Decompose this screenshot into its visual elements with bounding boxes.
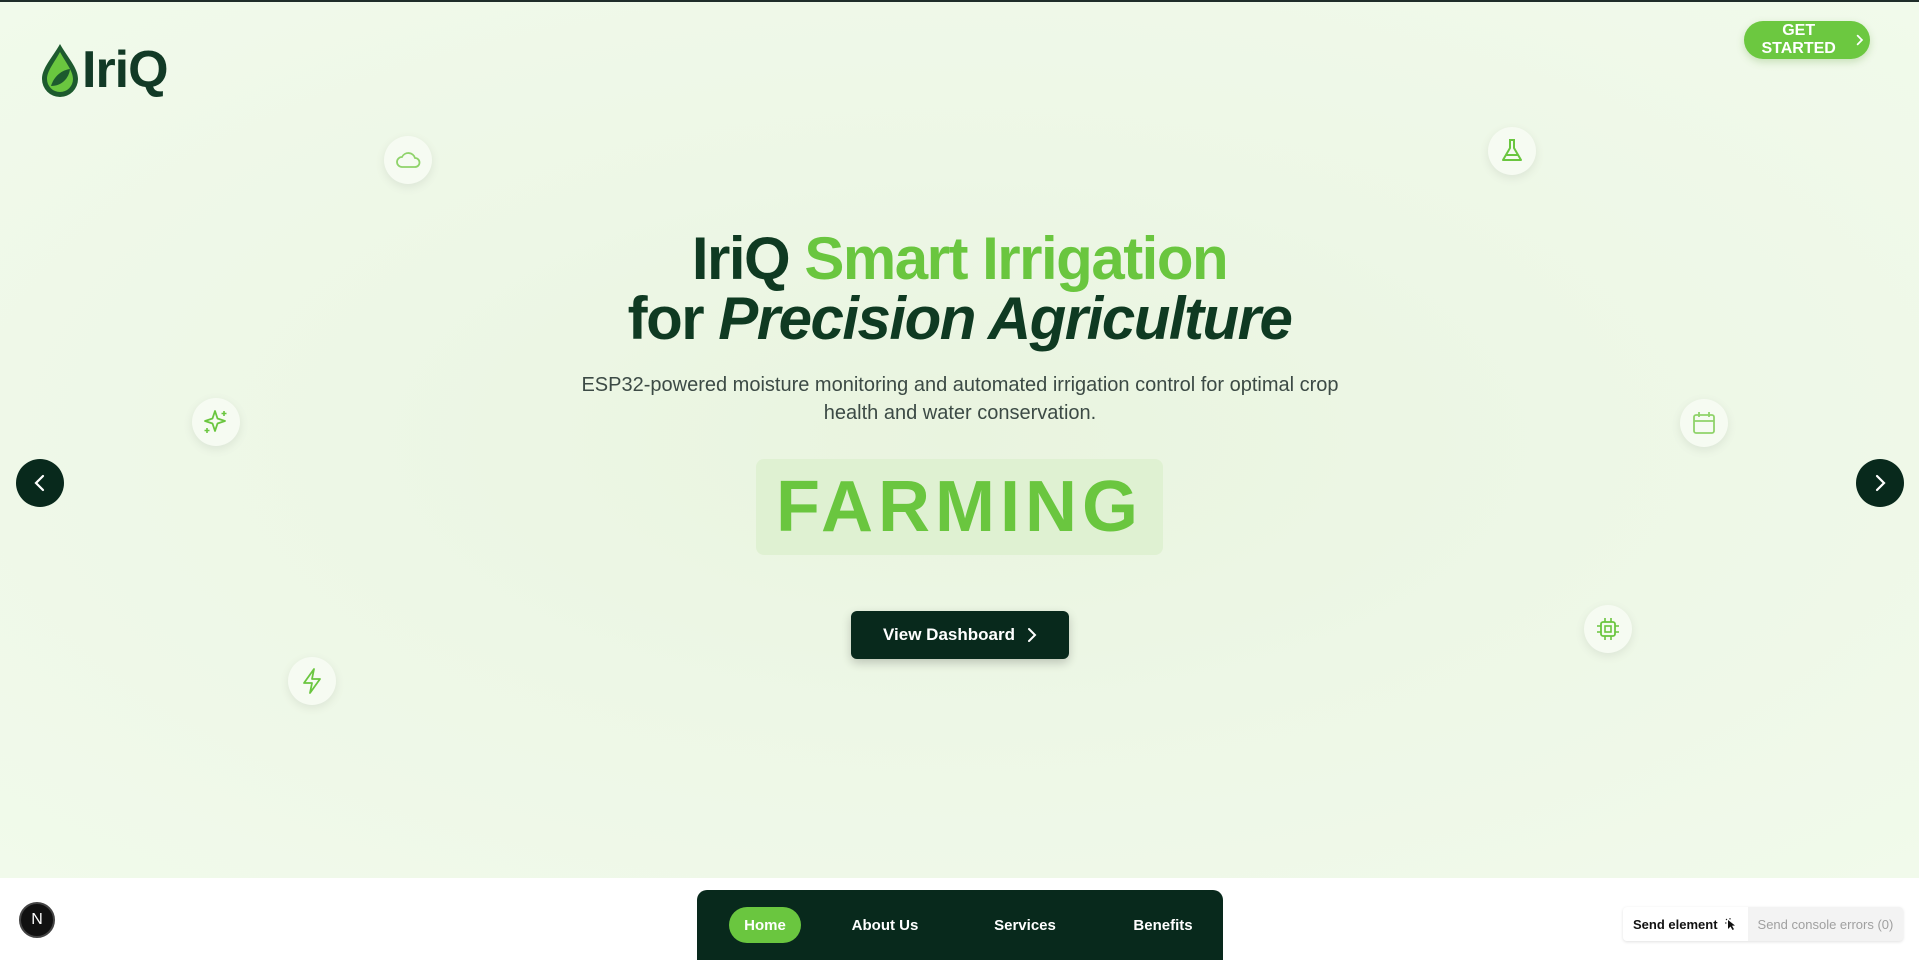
flask-icon <box>1488 127 1536 175</box>
view-dashboard-label: View Dashboard <box>883 625 1015 644</box>
nav-item-services[interactable]: Services <box>977 907 1073 943</box>
logo[interactable]: IriQ <box>40 40 169 100</box>
chevron-right-icon <box>1875 474 1886 492</box>
get-started-button[interactable]: GET STARTED <box>1744 21 1870 59</box>
chevron-right-icon <box>1857 34 1864 46</box>
cloud-icon <box>384 136 432 184</box>
nav-item-home[interactable]: Home <box>729 907 801 943</box>
hero-title-line2: for Precision Agriculture <box>0 284 1919 353</box>
hero-title-line1: IriQ Smart Irrigation <box>0 224 1919 293</box>
cpu-icon <box>1584 605 1632 653</box>
hero-title-for: for <box>627 285 719 352</box>
get-started-label: GET STARTED <box>1761 22 1836 57</box>
rotating-word: FARMING <box>776 467 1143 547</box>
hero-section: IriQ GET STARTED IriQ Smart Irrigation f… <box>0 2 1919 878</box>
sparkles-icon <box>192 398 240 446</box>
nav-item-benefits[interactable]: Benefits <box>1115 907 1211 943</box>
send-console-errors-button[interactable]: Send console errors (0) <box>1748 917 1904 932</box>
hero-title-highlight: Smart Irrigation <box>804 225 1228 292</box>
nav-item-about-us[interactable]: About Us <box>837 907 933 943</box>
water-drop-leaf-icon <box>42 44 78 97</box>
chevron-left-icon <box>34 474 45 492</box>
pointer-click-icon <box>1724 918 1735 930</box>
nextjs-devtools-badge[interactable]: N <box>19 902 55 938</box>
carousel-next-button[interactable] <box>1856 459 1904 507</box>
hero-title-emphasis: Precision Agriculture <box>718 285 1293 352</box>
carousel-prev-button[interactable] <box>16 459 64 507</box>
calendar-icon <box>1680 399 1728 447</box>
hero-title-brand: IriQ <box>691 225 805 292</box>
zap-icon <box>288 657 336 705</box>
logo-text: IriQ <box>82 41 169 99</box>
send-element-label: Send element <box>1633 916 1718 932</box>
send-element-button[interactable]: Send element <box>1623 907 1748 941</box>
view-dashboard-button[interactable]: View Dashboard <box>851 611 1069 659</box>
hero-subtitle: ESP32-powered moisture monitoring and au… <box>581 374 1339 424</box>
devtools-toolbar: Send element Send console errors (0) <box>1623 907 1904 941</box>
rotating-word-box: FARMING <box>756 459 1163 555</box>
bottom-navigation: Home About Us Services Benefits <box>697 890 1223 960</box>
chevron-right-icon <box>1027 628 1037 642</box>
